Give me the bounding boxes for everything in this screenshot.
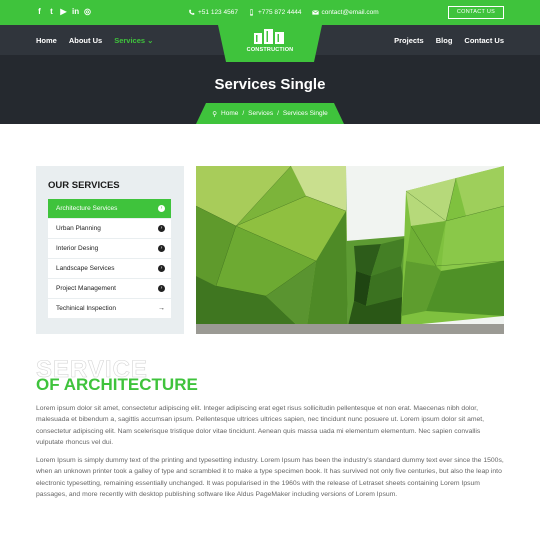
service-item-architecture[interactable]: Architecture Services › [48, 199, 171, 218]
mobile-icon [250, 9, 253, 16]
arrow-circle-icon: › [158, 205, 165, 212]
top-bar: f t ▶ in ◎ +51 123 4567 +775 872 4444 co… [0, 0, 540, 25]
nav-blog[interactable]: Blog [436, 36, 453, 45]
breadcrumb-home[interactable]: Home [221, 110, 238, 118]
sidebar-title: OUR SERVICES [48, 180, 120, 191]
service-item-project-management[interactable]: Project Management › [48, 279, 171, 298]
phone-icon [189, 9, 195, 15]
nav-left: Home About Us Services ⌄ [36, 36, 153, 45]
breadcrumb-current: Services Single [282, 110, 328, 117]
service-item-interior[interactable]: Interior Desing › [48, 239, 171, 258]
arrow-right-icon: → [158, 305, 165, 312]
facebook-icon[interactable]: f [36, 7, 43, 16]
arrow-circle-icon: › [158, 285, 165, 292]
services-list: Architecture Services › Urban Planning ›… [48, 199, 171, 319]
nav-about[interactable]: About Us [69, 36, 102, 45]
service-item-landscape[interactable]: Landscape Services › [48, 259, 171, 278]
chevron-down-icon: ⌄ [147, 36, 154, 45]
nav-home[interactable]: Home [36, 36, 57, 45]
phone-1: +51 123 4567 [188, 8, 238, 17]
mail-icon [311, 10, 319, 15]
arrow-circle-icon: › [158, 225, 165, 232]
twitter-icon[interactable]: t [48, 7, 55, 16]
nav-projects[interactable]: Projects [394, 36, 424, 45]
contact-info: +51 123 4567 +775 872 4444 contact@email… [188, 8, 379, 17]
section-heading: OF ARCHITECTURE [36, 375, 198, 394]
logo[interactable] [218, 25, 322, 62]
services-sidebar: OUR SERVICES Architecture Services › Urb… [36, 166, 184, 334]
service-item-inspection[interactable]: Techinical Inspection → [48, 299, 171, 318]
service-item-urban-planning[interactable]: Urban Planning › [48, 219, 171, 238]
arrow-circle-icon: › [158, 245, 165, 252]
nav-right: Projects Blog Contact Us [394, 36, 504, 45]
paragraph-2: Lorem Ipsum is simply dummy text of the … [36, 457, 504, 498]
arrow-circle-icon: › [158, 265, 165, 272]
youtube-icon[interactable]: ▶ [60, 7, 67, 16]
social-links: f t ▶ in ◎ [36, 7, 91, 16]
location-icon: ⚲ [212, 111, 218, 118]
nav-contact[interactable]: Contact Us [464, 36, 504, 45]
instagram-icon[interactable]: ◎ [84, 7, 91, 16]
breadcrumb: ⚲ Home / Services / Services Single [212, 110, 328, 118]
page-title: Services Single [214, 76, 326, 93]
logo-text: CONSTRUCTION [246, 47, 294, 53]
nav-services[interactable]: Services ⌄ [114, 36, 153, 45]
architecture-photo [196, 166, 504, 334]
linkedin-icon[interactable]: in [72, 7, 79, 16]
contact-us-button[interactable]: CONTACT US [448, 6, 504, 19]
breadcrumb-services[interactable]: Services [248, 110, 273, 118]
hero-banner: Home About Us Services ⌄ Projects Blog C… [0, 25, 540, 124]
paragraph-1: Lorem ipsum dolor sit amet, consectetur … [36, 405, 485, 446]
phone-2: +775 872 4444 [248, 8, 302, 17]
email: contact@email.com [311, 8, 379, 17]
